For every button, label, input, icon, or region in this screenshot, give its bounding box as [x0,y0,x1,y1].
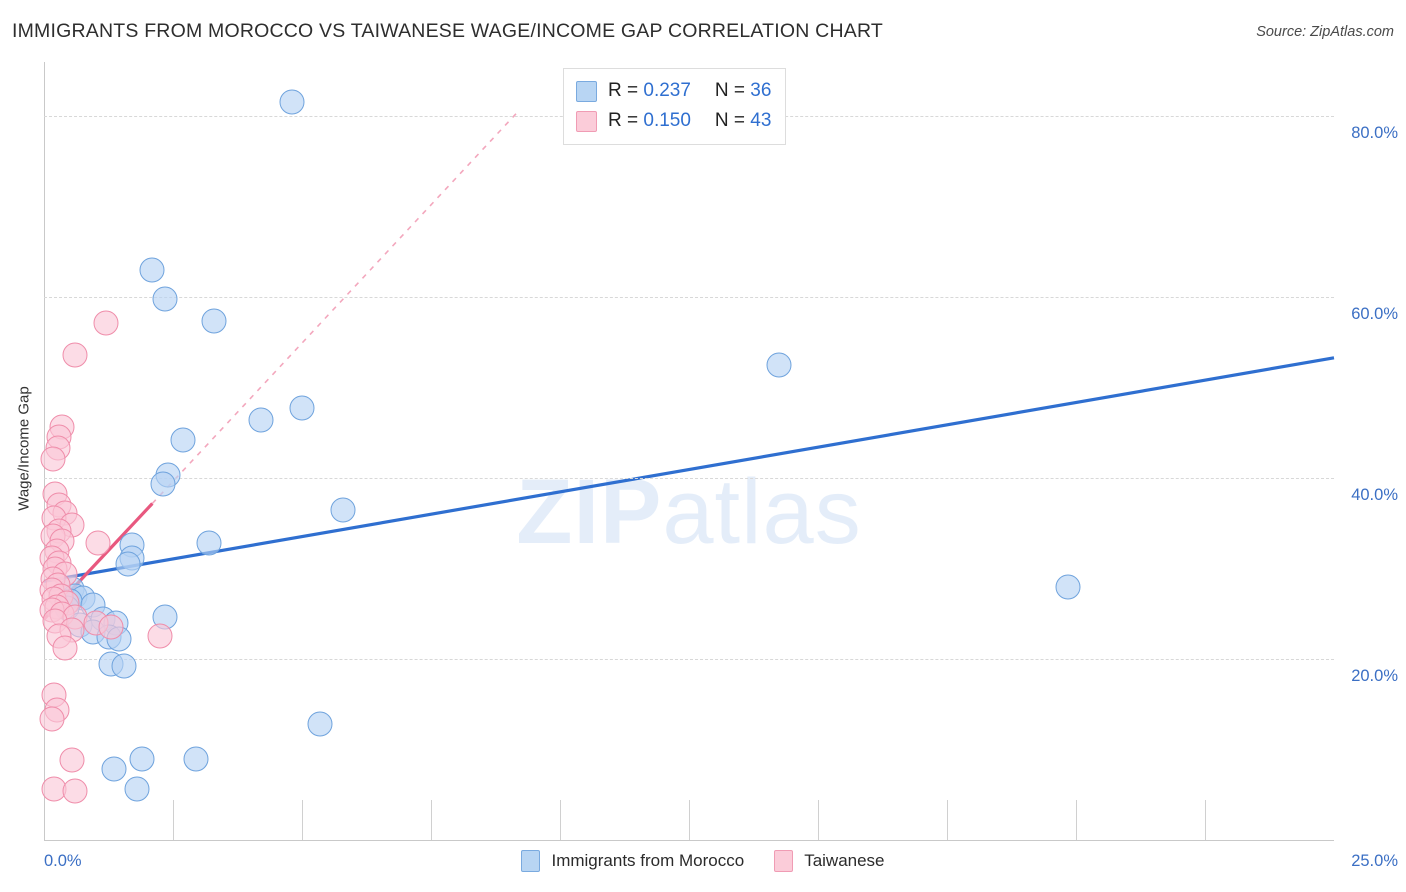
y-axis-tick-label: 60.0% [1351,305,1398,324]
y-axis-tick-label: 20.0% [1351,667,1398,686]
data-point[interactable] [111,653,137,679]
trend-line-extension-taiwanese [151,110,520,505]
data-point[interactable] [101,756,127,782]
correlation-stats-box: R = 0.237 N = 36 R = 0.150 N = 43 [563,68,787,145]
stats-n-value: 36 [750,80,772,101]
legend-label-morocco: Immigrants from Morocco [551,851,745,870]
stats-r-morocco: R = 0.237 [608,80,691,102]
data-point[interactable] [59,747,85,773]
x-axis-tick [818,800,819,840]
data-point[interactable] [62,342,88,368]
data-point[interactable] [183,746,209,772]
plot-area: ZIPatlas [39,62,1335,840]
stats-n-label: N = [714,110,751,131]
data-point[interactable] [129,746,155,772]
x-axis-tick [560,800,561,840]
data-point[interactable] [330,497,356,523]
data-point[interactable] [150,471,176,497]
data-point[interactable] [201,308,227,334]
data-point[interactable] [279,89,305,115]
y-axis-tick-label: 40.0% [1351,486,1398,505]
legend-item-taiwanese[interactable]: Taiwanese [774,850,885,872]
legend-swatch-taiwanese [774,850,794,872]
x-axis-line [44,840,1334,841]
legend-label-taiwanese: Taiwanese [804,851,885,870]
data-point[interactable] [248,407,274,433]
data-point[interactable] [124,776,150,802]
data-point[interactable] [289,395,315,421]
legend-swatch-morocco [521,850,541,872]
y-axis-title: Wage/Income Gap [15,386,33,511]
stats-r-label: R = [608,80,644,101]
data-point[interactable] [170,427,196,453]
legend-item-morocco[interactable]: Immigrants from Morocco [521,850,744,872]
data-point[interactable] [85,530,111,556]
stats-swatch-taiwanese [576,110,597,132]
data-point[interactable] [98,614,124,639]
regression-lines [42,110,1335,621]
data-point[interactable] [766,352,792,378]
stats-n-value: 43 [750,110,772,131]
data-point[interactable] [196,530,222,556]
y-axis-tick-label: 80.0% [1351,124,1398,143]
data-point[interactable] [1055,574,1081,600]
stats-r-label: R = [608,110,644,131]
x-axis-tick [173,800,174,840]
trend-line-immigrants-from-morocco [43,356,1335,583]
chart-page: IMMIGRANTS FROM MOROCCO VS TAIWANESE WAG… [0,0,1406,892]
data-point[interactable] [93,310,119,336]
gridline [44,297,1334,299]
page-title: IMMIGRANTS FROM MOROCCO VS TAIWANESE WAG… [12,20,883,42]
x-axis-tick [431,800,432,840]
series-legend: Immigrants from Morocco Taiwanese [0,850,1406,872]
x-axis-tick [1076,800,1077,840]
stats-n-label: N = [714,80,751,101]
data-point[interactable] [139,257,165,283]
stats-r-value: 0.150 [643,110,691,131]
stats-r-taiwanese: R = 0.150 [608,110,691,132]
data-point[interactable] [62,778,88,804]
data-point[interactable] [40,446,66,472]
x-axis-tick [689,800,690,840]
data-point[interactable] [115,551,141,577]
stats-swatch-morocco [576,80,597,102]
stats-r-value: 0.237 [643,80,691,101]
x-axis-tick [302,800,303,840]
data-point[interactable] [52,635,78,661]
source-attribution: Source: ZipAtlas.com [1256,24,1394,40]
data-point[interactable] [307,711,333,737]
x-axis-tick [947,800,948,840]
data-point[interactable] [147,623,173,649]
stats-row: R = 0.150 N = 43 [576,106,771,136]
x-axis-tick [1205,800,1206,840]
stats-row: R = 0.237 N = 36 [576,76,771,106]
data-point[interactable] [39,706,65,732]
data-point[interactable] [152,286,178,312]
stats-n-taiwanese: N = 43 [715,110,772,132]
gridline [44,478,1334,480]
stats-n-morocco: N = 36 [715,80,772,102]
gridline [44,659,1334,661]
